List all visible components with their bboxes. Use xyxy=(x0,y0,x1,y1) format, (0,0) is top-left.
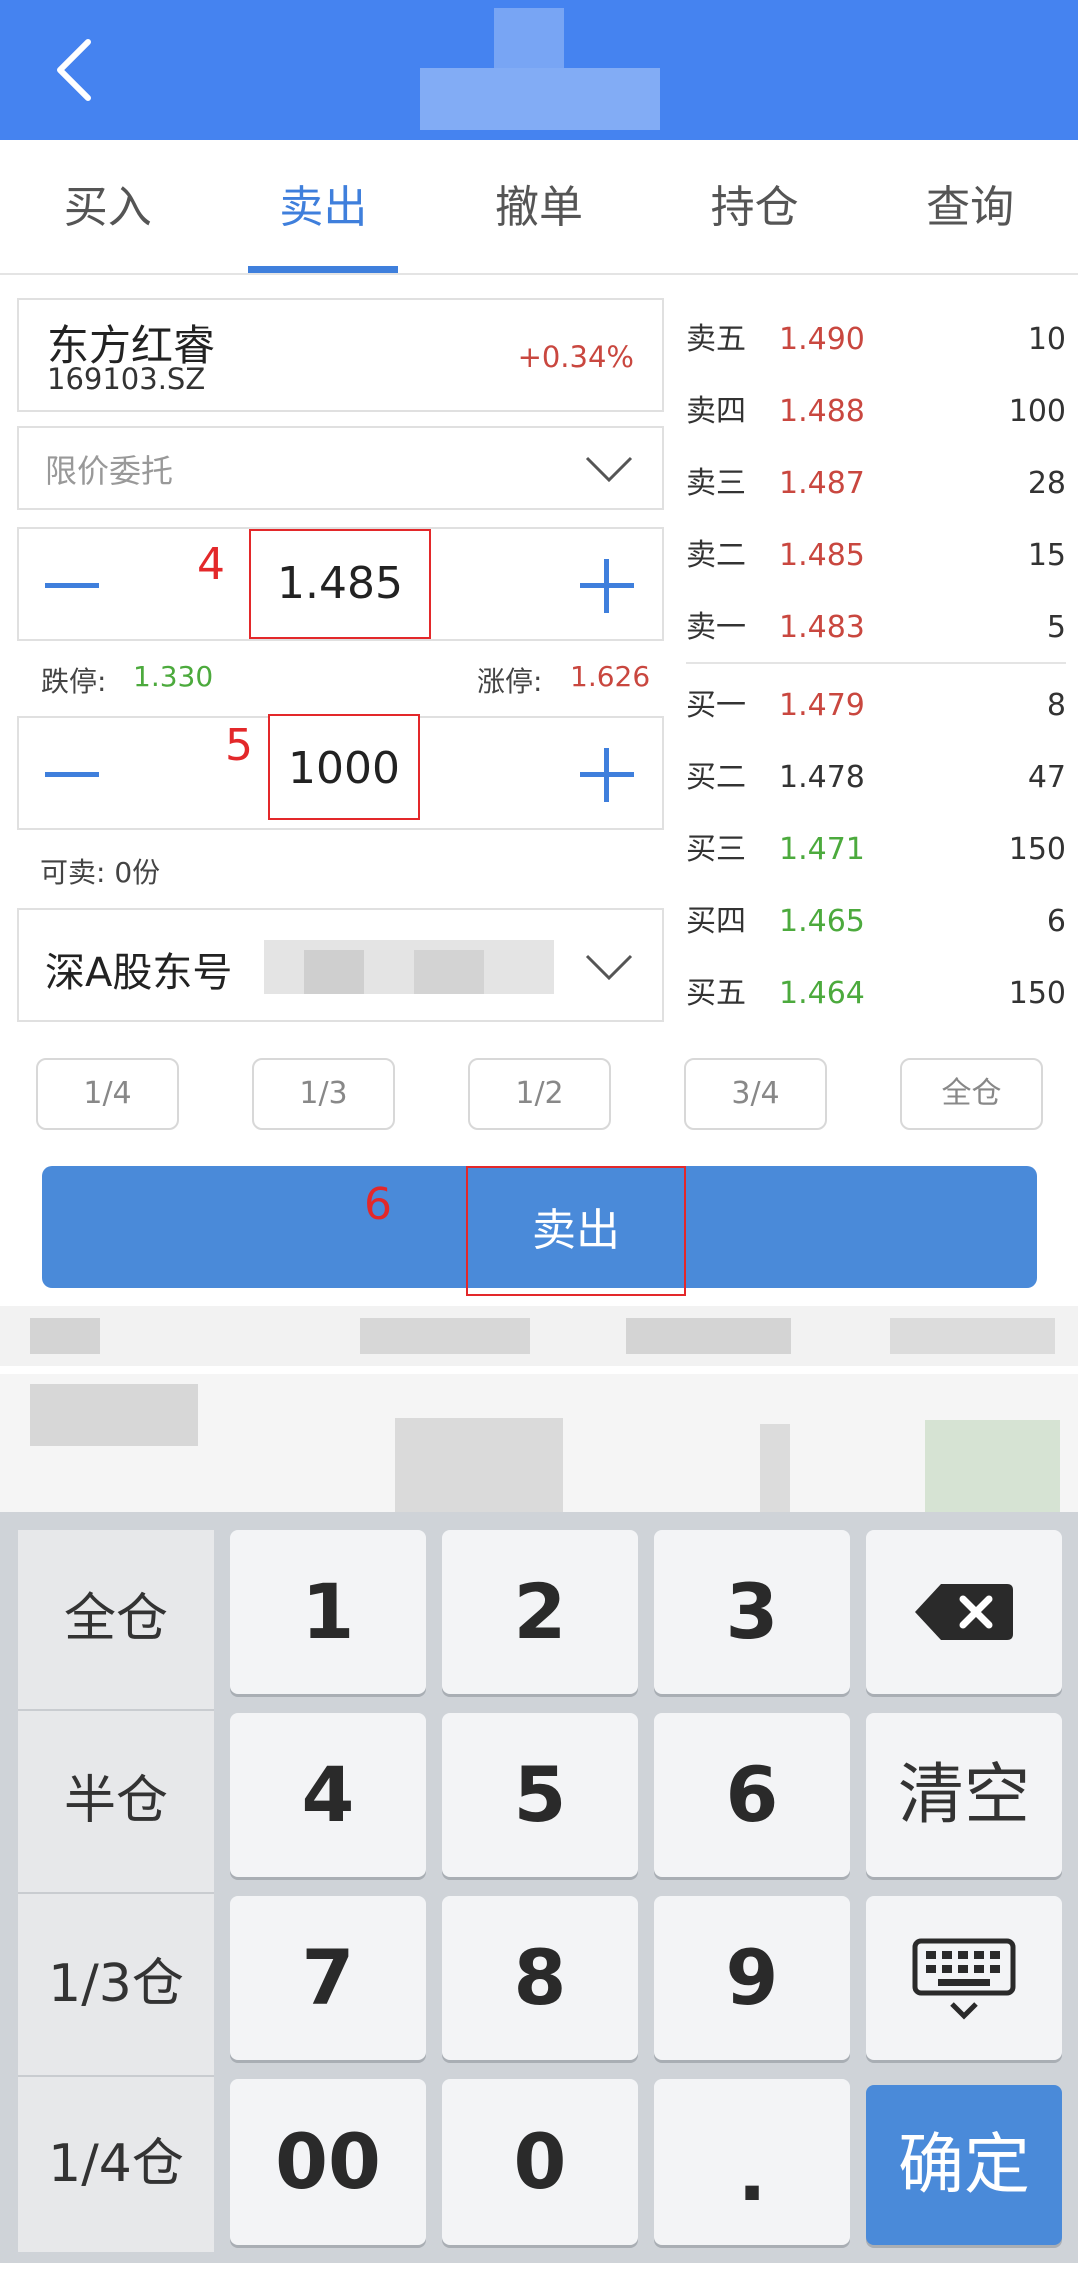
ratio-button-half[interactable]: 1/2 xyxy=(468,1058,611,1130)
quantity-input[interactable]: 1000 xyxy=(268,714,420,820)
backspace-key[interactable] xyxy=(866,1530,1062,1694)
annotation-5: 5 xyxy=(225,720,253,771)
stock-selector[interactable]: 东方红睿 169103.SZ +0.34% xyxy=(17,298,664,412)
bid-row: 买四 1.465 6 xyxy=(686,880,1066,952)
annotation-6: 6 xyxy=(364,1179,392,1230)
ask-row: 卖四 1.488 100 xyxy=(686,370,1066,442)
stock-change: +0.34% xyxy=(517,340,634,374)
key-00[interactable]: 00 xyxy=(230,2079,426,2245)
key-4[interactable]: 4 xyxy=(230,1713,426,1877)
ask-row: 卖三 1.487 28 xyxy=(686,442,1066,514)
quantity-plus-icon[interactable] xyxy=(580,748,634,802)
available-quantity: 可卖: 0份 xyxy=(40,856,161,889)
order-type-value: 限价委托 xyxy=(45,452,174,490)
price-plus-icon[interactable] xyxy=(580,559,634,613)
price-minus-icon[interactable] xyxy=(45,583,99,588)
blurred-title xyxy=(370,0,690,140)
account-label: 深A股东号 xyxy=(45,950,233,996)
key-5[interactable]: 5 xyxy=(442,1713,638,1877)
stock-code: 169103.SZ xyxy=(47,362,206,396)
account-select[interactable]: 深A股东号 xyxy=(17,908,664,1022)
chevron-down-icon xyxy=(585,954,633,981)
key-8[interactable]: 8 xyxy=(442,1896,638,2060)
annotation-4: 4 xyxy=(197,539,225,590)
key-7[interactable]: 7 xyxy=(230,1896,426,2060)
top-bar xyxy=(0,0,1078,140)
key-0[interactable]: 0 xyxy=(442,2079,638,2245)
ask-row: 卖五 1.490 10 xyxy=(686,298,1066,370)
ratio-button-third[interactable]: 1/3 xyxy=(252,1058,395,1130)
price-stepper: 4 1.485 xyxy=(17,527,664,641)
bid-row: 买一 1.479 8 xyxy=(686,664,1066,736)
tab-sell[interactable]: 卖出 xyxy=(216,140,432,273)
limit-up-label: 涨停: xyxy=(477,665,543,698)
bid-price: 1.464 xyxy=(779,976,865,1011)
key-quarter-position[interactable]: 1/4仓 xyxy=(18,2077,214,2252)
keyboard-icon xyxy=(912,1938,1016,2020)
blurred-account-number xyxy=(264,932,554,1002)
key-2[interactable]: 2 xyxy=(442,1530,638,1694)
tab-query[interactable]: 查询 xyxy=(862,140,1078,273)
ask-row: 卖二 1.485 15 xyxy=(686,514,1066,586)
bid-level: 买五 xyxy=(686,976,746,1011)
quantity-stepper: 5 1000 xyxy=(17,714,664,830)
back-arrow-icon[interactable] xyxy=(52,38,100,102)
ask-price: 1.483 xyxy=(779,610,865,645)
key-dot[interactable]: . xyxy=(654,2079,850,2245)
tab-positions[interactable]: 持仓 xyxy=(647,140,863,273)
chevron-down-icon xyxy=(585,456,633,483)
ratio-button-quarter[interactable]: 1/4 xyxy=(36,1058,179,1130)
key-3[interactable]: 3 xyxy=(654,1530,850,1694)
key-full-position[interactable]: 全仓 xyxy=(18,1530,214,1709)
tab-buy[interactable]: 买入 xyxy=(0,140,216,273)
ratio-buttons: 1/4 1/3 1/2 3/4 全仓 xyxy=(0,1058,1078,1130)
bid-volume: 150 xyxy=(1008,976,1066,1011)
hide-keyboard-key[interactable] xyxy=(866,1896,1062,2060)
key-6[interactable]: 6 xyxy=(654,1713,850,1877)
numeric-keyboard: 全仓 半仓 1/3仓 1/4仓 1 2 3 4 5 6 清空 7 8 9 00 … xyxy=(0,1512,1078,2263)
key-third-position[interactable]: 1/3仓 xyxy=(18,1894,214,2075)
limit-down-label: 跌停: xyxy=(41,665,107,698)
quantity-minus-icon[interactable] xyxy=(45,772,99,777)
bid-row: 买五 1.464 150 xyxy=(686,952,1066,1024)
ask-row: 卖一 1.483 5 xyxy=(686,586,1066,658)
limit-down-value: 1.330 xyxy=(133,660,214,693)
tab-cancel[interactable]: 撤单 xyxy=(431,140,647,273)
ratio-button-all[interactable]: 全仓 xyxy=(900,1058,1043,1130)
confirm-key[interactable]: 确定 xyxy=(866,2085,1062,2245)
ask-volume: 5 xyxy=(1046,610,1066,645)
backspace-icon xyxy=(915,1584,1013,1640)
key-half-position[interactable]: 半仓 xyxy=(18,1711,214,1892)
ask-level: 卖一 xyxy=(686,610,746,645)
price-input[interactable]: 1.485 xyxy=(249,529,431,639)
price-limits: 跌停: 1.330 涨停: 1.626 xyxy=(17,660,664,700)
bid-row: 买二 1.478 47 xyxy=(686,736,1066,808)
clear-key[interactable]: 清空 xyxy=(866,1713,1062,1877)
order-type-select[interactable]: 限价委托 xyxy=(17,426,664,510)
sell-button-label: 卖出 xyxy=(466,1166,686,1296)
sell-button[interactable]: 6 卖出 xyxy=(42,1166,1037,1296)
trade-tabs: 买入 卖出 撤单 持仓 查询 xyxy=(0,140,1078,275)
limit-up-value: 1.626 xyxy=(570,660,651,693)
blurred-info xyxy=(0,1298,1078,1520)
ratio-button-three-quarters[interactable]: 3/4 xyxy=(684,1058,827,1130)
key-9[interactable]: 9 xyxy=(654,1896,850,2060)
order-book: 卖五 1.490 10 卖四 1.488 100 卖三 1.487 28 卖二 … xyxy=(686,298,1066,1024)
key-1[interactable]: 1 xyxy=(230,1530,426,1694)
bid-row: 买三 1.471 150 xyxy=(686,808,1066,880)
